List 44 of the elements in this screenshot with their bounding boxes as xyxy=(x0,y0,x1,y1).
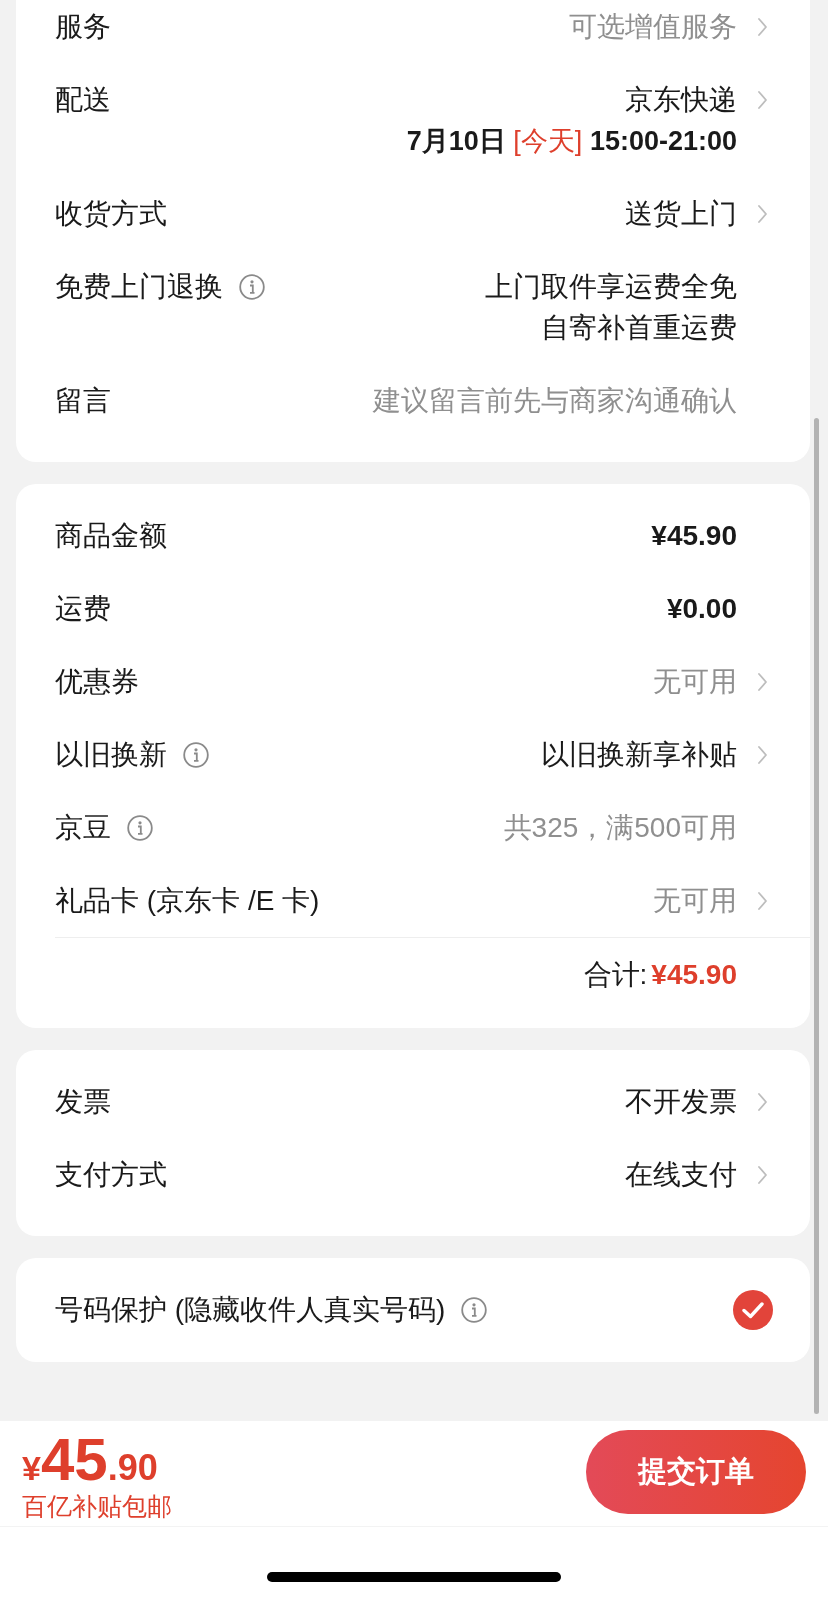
info-icon[interactable] xyxy=(127,814,153,841)
chevron-right-icon[interactable] xyxy=(758,1092,767,1111)
field-label: 优惠券 xyxy=(55,664,139,699)
total-price: ¥45.90 xyxy=(22,1430,159,1490)
chevron-right-icon[interactable] xyxy=(758,672,767,691)
field-label: 服务 xyxy=(55,9,111,44)
field-value: 上门取件享运费全免 xyxy=(485,269,737,304)
info-icon[interactable] xyxy=(183,741,209,768)
field-value[interactable]: 送货上门 xyxy=(625,194,737,233)
field-label: 留言 xyxy=(55,383,111,418)
info-icon[interactable] xyxy=(461,1297,488,1323)
field-label: 免费上门退换 xyxy=(55,269,223,304)
chevron-right-icon[interactable] xyxy=(758,891,767,910)
field-value[interactable]: 京东快递 xyxy=(625,80,737,119)
delivery-time-slot: 7月10日 [今天] 15:00-21:00 xyxy=(406,121,737,160)
field-label: 收货方式 xyxy=(55,196,167,231)
field-label: 京豆 xyxy=(55,810,111,845)
field-label: 商品金额 xyxy=(55,518,167,553)
field-value: ¥45.90 xyxy=(651,518,737,553)
chevron-right-icon[interactable] xyxy=(758,1165,767,1184)
message-input[interactable]: 建议留言前先与商家沟通确认 xyxy=(135,381,737,420)
info-icon[interactable] xyxy=(239,273,265,300)
checkbox[interactable] xyxy=(733,1290,773,1330)
chevron-right-icon[interactable] xyxy=(758,745,767,764)
chevron-right-icon[interactable] xyxy=(758,204,767,223)
total-amount: ¥45.90 xyxy=(651,958,737,992)
chevron-right-icon[interactable] xyxy=(758,90,767,109)
field-label: 运费 xyxy=(55,591,111,626)
submit-order-button[interactable]: 提交订单 xyxy=(586,1430,806,1514)
field-value[interactable]: 在线支付 xyxy=(625,1155,737,1194)
field-value: ¥0.00 xyxy=(666,591,737,626)
field-value[interactable]: 以旧换新享补贴 xyxy=(541,735,737,774)
field-value: 共325，满500可用 xyxy=(503,810,737,845)
field-label: 发票 xyxy=(55,1084,111,1119)
field-label: 礼品卡 (京东卡 /E 卡) xyxy=(55,883,320,918)
field-label: 以旧换新 xyxy=(55,737,167,772)
field-value[interactable]: 不开发票 xyxy=(625,1082,737,1121)
total-label: 合计: xyxy=(583,958,648,992)
field-value: 自寄补首重运费 xyxy=(541,310,737,345)
subsidy-note: 百亿补贴包邮 xyxy=(22,1491,172,1521)
field-label: 支付方式 xyxy=(55,1157,167,1192)
field-label: 配送 xyxy=(55,82,111,117)
chevron-right-icon[interactable] xyxy=(758,17,767,36)
field-label: 号码保护 (隐藏收件人真实号码) xyxy=(55,1293,446,1327)
